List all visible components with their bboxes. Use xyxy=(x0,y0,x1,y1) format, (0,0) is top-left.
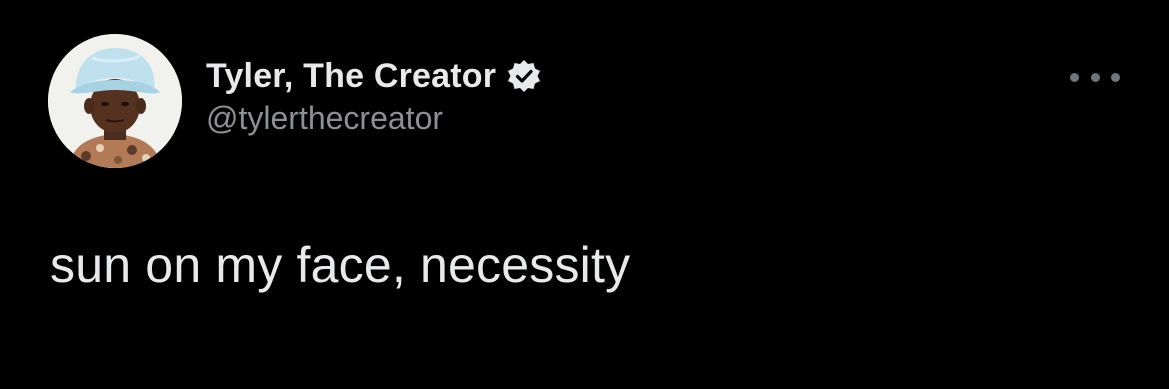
tweet-text: sun on my face, necessity xyxy=(50,237,631,293)
author-info[interactable]: Tyler, The Creator @tylerthecreator xyxy=(206,54,542,137)
tweet-card: Tyler, The Creator @tylerthecreator sun … xyxy=(0,0,1169,389)
avatar-image xyxy=(48,34,182,168)
avatar[interactable] xyxy=(48,34,182,168)
display-name[interactable]: Tyler, The Creator xyxy=(206,57,496,96)
more-dot xyxy=(1111,72,1120,82)
display-name-row: Tyler, The Creator xyxy=(206,54,542,98)
verified-badge-icon xyxy=(508,60,541,92)
more-horizontal-icon[interactable] xyxy=(1070,66,1120,88)
more-dot xyxy=(1070,72,1079,82)
more-dot xyxy=(1090,72,1100,82)
user-handle[interactable]: @tylerthecreator xyxy=(206,100,542,137)
